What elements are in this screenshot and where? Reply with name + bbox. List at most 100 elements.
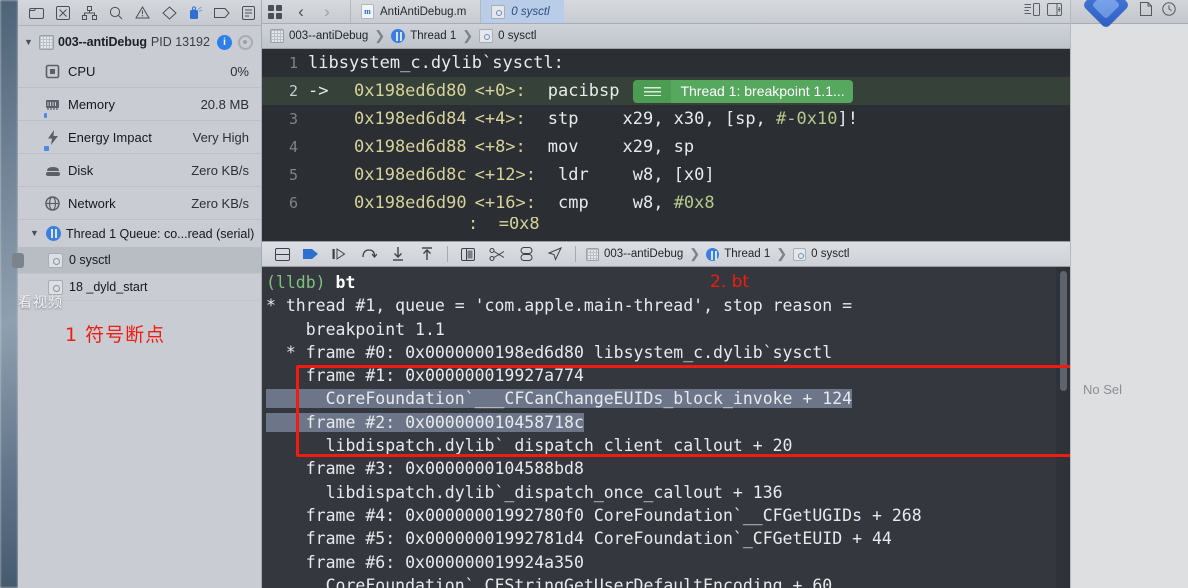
gauge-label-disk: Disk: [68, 162, 94, 178]
process-disclosure-triangle[interactable]: ▼: [22, 37, 35, 47]
process-pid: PID 13192: [150, 35, 210, 49]
history-inspector-icon[interactable]: [1162, 2, 1176, 21]
deactivate-breakpoints-icon[interactable]: [483, 247, 511, 261]
toggle-inspector-icon[interactable]: [1047, 2, 1062, 21]
info-badge-icon[interactable]: i: [216, 34, 232, 50]
thread-label: Thread 1 Queue: co...read (serial): [66, 226, 255, 241]
console-line: CoreFoundation`_CFStringGetUserDefaultEn…: [266, 575, 833, 588]
stack-frame-label-0: 0 sysctl: [69, 253, 111, 267]
step-out-icon[interactable]: [413, 247, 441, 261]
desktop-background-strip: [0, 0, 18, 588]
issue-navigator-icon[interactable]: [51, 3, 76, 23]
lldb-console[interactable]: (lldb) bt * thread #1, queue = 'com.appl…: [262, 267, 1070, 588]
thread-disclosure-triangle[interactable]: ▼: [28, 229, 41, 238]
instruction-operands: : =0x8: [468, 217, 540, 231]
memory-graph-icon[interactable]: [512, 247, 540, 261]
thread-icon: [46, 226, 61, 241]
annotation-bt-label: 2. bt: [710, 272, 750, 292]
gauge-label-cpu: CPU: [68, 63, 96, 79]
line-number: 4: [288, 138, 298, 156]
gauge-row-network[interactable]: Network Zero KB/s: [18, 187, 261, 220]
hide-console-icon[interactable]: [268, 247, 296, 261]
instruction-address: 0x198ed6d80: [354, 81, 467, 101]
disassembly-line: 1 libsystem_c.dylib`sysctl:: [262, 49, 1070, 77]
tag-icon[interactable]: [210, 3, 235, 23]
disassembly-line: 3 0x198ed6d84 <+4>: stp x29, x30, [sp, #…: [262, 105, 1070, 133]
console-line: frame #1: 0x000000019927a774: [266, 366, 584, 386]
gauge-row-cpu[interactable]: CPU 0%: [18, 55, 261, 88]
step-down-icon[interactable]: [384, 247, 412, 261]
breadcrumb-separator: ❯: [374, 28, 386, 43]
file-inspector-icon[interactable]: [1140, 2, 1152, 21]
console-scrollbar[interactable]: [1056, 267, 1070, 588]
instruction-mnemonic: mov: [547, 137, 579, 157]
editor-tab-sysctl[interactable]: 0 sysctl: [480, 0, 564, 23]
breadcrumb-item-project[interactable]: 003--antiDebug: [289, 30, 368, 42]
instruction-address: 0x198ed6d88: [354, 137, 467, 157]
console-line: breakpoint 1.1: [266, 319, 445, 339]
instruction-address: 0x198ed6d84: [354, 109, 467, 129]
process-row[interactable]: ▼ 003--antiDebug PID 13192 i: [18, 29, 261, 55]
line-number: 6: [288, 194, 298, 212]
view-debug-hierarchy-icon[interactable]: [454, 247, 482, 261]
disassembly-line: 5 0x198ed6d8c <+12>: ldr w8, [x0]: [262, 161, 1070, 189]
continue-icon[interactable]: [297, 248, 325, 260]
instruction-mnemonic: stp: [547, 109, 579, 129]
network-icon: [44, 195, 61, 212]
gauge-row-memory[interactable]: Memory 20.8 MB: [18, 88, 261, 121]
instruction-mnemonic: cmp: [558, 193, 589, 213]
debug-breadcrumb-thread[interactable]: Thread 1: [724, 248, 770, 260]
debug-breadcrumb-frame[interactable]: 0 sysctl: [811, 248, 849, 260]
thread-icon: [706, 247, 720, 261]
cpu-icon: [44, 63, 61, 80]
toolbar-divider: [447, 246, 448, 262]
debug-breadcrumb-project[interactable]: 003--antiDebug: [604, 248, 683, 260]
step-into-icon[interactable]: [355, 248, 383, 261]
m-file-icon: m: [361, 4, 374, 19]
disassembly-line-current: 2 -> 0x198ed6d80 <+0>: pacibsp Thread 1:…: [262, 77, 1070, 105]
debug-gauge-icon[interactable]: [183, 3, 208, 23]
energy-icon: [44, 129, 61, 146]
editor-tab-antiantidebug[interactable]: m AntiAntiDebug.m: [350, 0, 480, 23]
location-icon[interactable]: [541, 247, 569, 261]
editor-breadcrumb: 003--antiDebug ❯ Thread 1 ❯ 0 sysctl: [262, 24, 1070, 49]
gauge-badge-icon[interactable]: [237, 34, 253, 50]
search-icon[interactable]: [104, 3, 129, 23]
breadcrumb-item-thread[interactable]: Thread 1: [410, 30, 456, 42]
stack-frame-row-0[interactable]: 0 sysctl: [12, 247, 261, 274]
symbol-label: libsystem_c.dylib`sysctl:: [308, 53, 564, 73]
gauge-value-disk: Zero KB/s: [191, 162, 249, 178]
breakpoint-diamond-icon[interactable]: [157, 3, 182, 23]
debug-bar-breadcrumb: 003--antiDebug ❯ Thread 1 ❯ 0 sysctl: [586, 246, 849, 262]
disassembly-line-clipped: : =0x8: [262, 217, 1070, 231]
gauge-row-energy[interactable]: Energy Impact Very High: [18, 121, 261, 154]
disassembly-view[interactable]: 1 libsystem_c.dylib`sysctl: 2 -> 0x198ed…: [262, 49, 1070, 241]
breadcrumb-item-frame[interactable]: 0 sysctl: [498, 30, 536, 42]
editor-tab-label-0: AntiAntiDebug.m: [380, 5, 467, 18]
instruction-immediate: #-0x10: [776, 109, 838, 129]
assistant-editor-icon[interactable]: [1024, 2, 1041, 21]
console-line-highlighted: CoreFoundation`___CFCanChangeEUIDs_block…: [264, 387, 1070, 410]
breakpoint-annotation-pill[interactable]: Thread 1: breakpoint 1.1...: [633, 79, 853, 103]
navigate-forward-button[interactable]: ›: [314, 0, 340, 23]
breadcrumb-separator: ❯: [689, 246, 701, 261]
thread-icon: [391, 29, 406, 43]
editor-options-icon[interactable]: [262, 0, 288, 23]
console-line: frame #6: 0x000000019924a350: [266, 552, 584, 572]
line-number: 2: [288, 82, 298, 100]
folder-icon[interactable]: [24, 3, 49, 23]
report-navigator-icon[interactable]: [237, 3, 262, 23]
instruction-immediate: #0x8: [673, 193, 715, 213]
thread-row[interactable]: ▼ Thread 1 Queue: co...read (serial): [18, 220, 261, 247]
gauge-label-memory: Memory: [68, 96, 115, 112]
gauge-label-network: Network: [68, 195, 116, 211]
stack-frame-label-1: 18 _dyld_start: [69, 280, 148, 294]
navigate-back-button[interactable]: ‹: [288, 0, 314, 23]
gauge-row-disk[interactable]: Disk Zero KB/s: [18, 154, 261, 187]
editor-tab-bar: ‹ › m AntiAntiDebug.m 0 sysctl: [262, 0, 1070, 24]
test-navigator-icon[interactable]: [77, 3, 102, 23]
drag-handle-icon[interactable]: [633, 79, 672, 103]
step-over-icon[interactable]: [326, 248, 354, 260]
debug-navigator: ▼ 003--antiDebug PID 13192 i CPU 0% Memo…: [12, 0, 262, 588]
warning-icon[interactable]: [130, 3, 155, 23]
